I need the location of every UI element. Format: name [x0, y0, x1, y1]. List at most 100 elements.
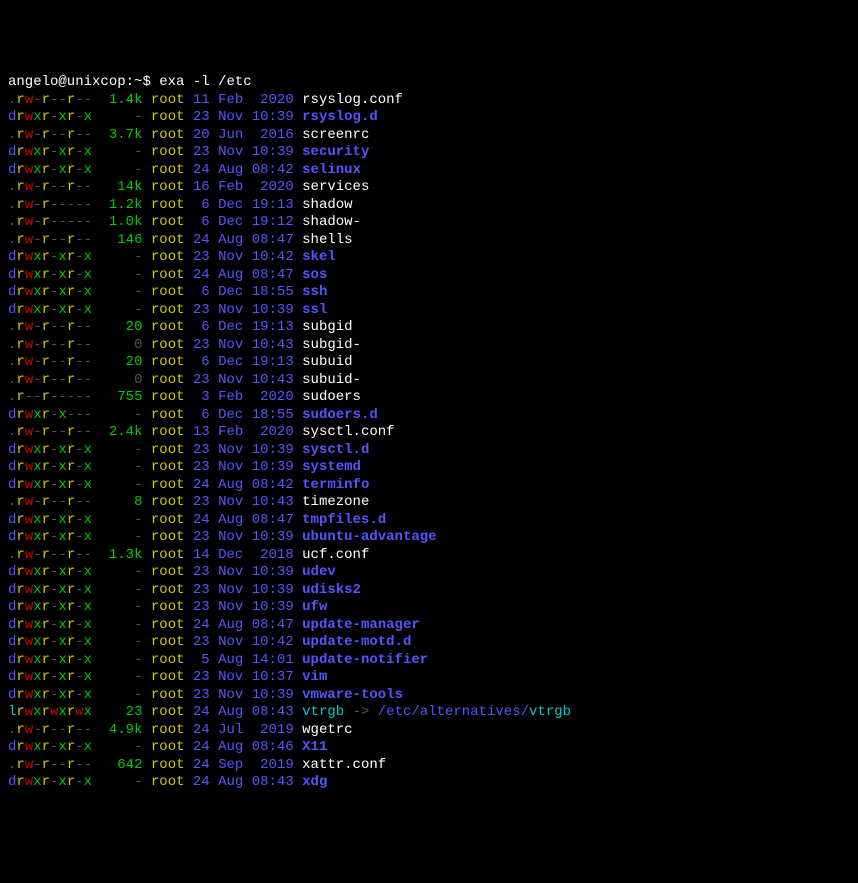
file-name: ssl	[302, 302, 327, 318]
owner: root	[151, 617, 185, 633]
listing-row: drwxr-xr-x - root 23 Nov 10:42 skel	[8, 249, 850, 267]
perm: .rw-r--r--	[8, 354, 92, 370]
size: -	[100, 687, 142, 703]
listing-row: drwxr-xr-x - root 5 Aug 14:01 update-not…	[8, 652, 850, 670]
date: 23 Nov 10:39	[193, 582, 294, 598]
date: 6 Dec 19:13	[193, 197, 294, 213]
perm: .r--r-----	[8, 389, 92, 405]
listing-row: lrwxrwxrwx 23 root 24 Aug 08:43 vtrgb ->…	[8, 704, 850, 722]
perm: drwxr-xr-x	[8, 249, 92, 265]
perm: .rw-r--r--	[8, 494, 92, 510]
size: 8	[100, 494, 142, 510]
size: -	[100, 249, 142, 265]
listing-row: .rw-r--r-- 8 root 23 Nov 10:43 timezone	[8, 494, 850, 512]
owner: root	[151, 442, 185, 458]
file-name: systemd	[302, 459, 361, 475]
size: 1.4k	[100, 92, 142, 108]
date: 6 Dec 18:55	[193, 407, 294, 423]
size: 14k	[100, 179, 142, 195]
listing-row: drwxr-xr-x - root 24 Aug 08:47 tmpfiles.…	[8, 512, 850, 530]
size: -	[100, 599, 142, 615]
file-name: udev	[302, 564, 336, 580]
perm: drwxr-xr-x	[8, 144, 92, 160]
size: 3.7k	[100, 127, 142, 143]
listing-row: drwxr-xr-x - root 23 Nov 10:39 ufw	[8, 599, 850, 617]
size: -	[100, 144, 142, 160]
date: 5 Aug 14:01	[193, 652, 294, 668]
listing-row: drwxr-xr-x - root 24 Aug 08:43 xdg	[8, 774, 850, 792]
listing-row: drwxr-xr-x - root 23 Nov 10:39 ubuntu-ad…	[8, 529, 850, 547]
file-name: shells	[302, 232, 352, 248]
perm: .rw-r--r--	[8, 722, 92, 738]
owner: root	[151, 92, 185, 108]
size: -	[100, 774, 142, 790]
size: -	[100, 652, 142, 668]
listing-row: drwxr-xr-x - root 23 Nov 10:39 udev	[8, 564, 850, 582]
owner: root	[151, 704, 185, 720]
perm: drwxr-xr-x	[8, 564, 92, 580]
listing-row: drwxr-xr-x - root 6 Dec 18:55 ssh	[8, 284, 850, 302]
owner: root	[151, 372, 185, 388]
owner: root	[151, 354, 185, 370]
owner: root	[151, 109, 185, 125]
size: -	[100, 529, 142, 545]
perm: .rw-r--r--	[8, 319, 92, 335]
date: 24 Aug 08:43	[193, 704, 294, 720]
file-name: update-notifier	[302, 652, 428, 668]
file-name: ucf.conf	[302, 547, 369, 563]
date: 24 Aug 08:42	[193, 477, 294, 493]
date: 20 Jun 2016	[193, 127, 294, 143]
listing-row: .rw-r----- 1.2k root 6 Dec 19:13 shadow	[8, 197, 850, 215]
size: 755	[100, 389, 142, 405]
date: 23 Nov 10:42	[193, 249, 294, 265]
listing-row: .rw-r--r-- 2.4k root 13 Feb 2020 sysctl.…	[8, 424, 850, 442]
perm: .rw-r--r--	[8, 372, 92, 388]
listing-row: .rw-r--r-- 642 root 24 Sep 2019 xattr.co…	[8, 757, 850, 775]
owner: root	[151, 459, 185, 475]
perm: drwxr-xr-x	[8, 652, 92, 668]
listing-row: .rw-r--r-- 1.4k root 11 Feb 2020 rsyslog…	[8, 92, 850, 110]
file-name: vim	[302, 669, 327, 685]
date: 23 Nov 10:43	[193, 337, 294, 353]
date: 24 Aug 08:47	[193, 512, 294, 528]
prompt-userhost: angelo@unixcop	[8, 74, 126, 90]
owner: root	[151, 267, 185, 283]
size: -	[100, 267, 142, 283]
perm: drwxr-xr-x	[8, 442, 92, 458]
file-name: subgid-	[302, 337, 361, 353]
perm: drwxr-xr-x	[8, 634, 92, 650]
date: 24 Aug 08:43	[193, 774, 294, 790]
date: 11 Feb 2020	[193, 92, 294, 108]
terminal-output[interactable]: angelo@unixcop:~$ exa -l /etc.rw-r--r-- …	[8, 74, 850, 792]
file-name: subgid	[302, 319, 352, 335]
owner: root	[151, 582, 185, 598]
listing-row: drwxr-xr-x - root 23 Nov 10:39 ssl	[8, 302, 850, 320]
size: 20	[100, 319, 142, 335]
perm: .rw-r--r--	[8, 232, 92, 248]
date: 24 Sep 2019	[193, 757, 294, 773]
perm: .rw-r--r--	[8, 92, 92, 108]
owner: root	[151, 127, 185, 143]
file-name: sos	[302, 267, 327, 283]
listing-row: drwxr-xr-x - root 24 Aug 08:42 selinux	[8, 162, 850, 180]
size: 1.2k	[100, 197, 142, 213]
perm: lrwxrwxrwx	[8, 704, 92, 720]
size: -	[100, 442, 142, 458]
file-name: ssh	[302, 284, 327, 300]
date: 23 Nov 10:39	[193, 599, 294, 615]
listing-row: .rw-r--r-- 20 root 6 Dec 19:13 subgid	[8, 319, 850, 337]
owner: root	[151, 547, 185, 563]
listing-row: .r--r----- 755 root 3 Feb 2020 sudoers	[8, 389, 850, 407]
file-name: sysctl.d	[302, 442, 369, 458]
perm: drwxr-xr-x	[8, 477, 92, 493]
size: 2.4k	[100, 424, 142, 440]
date: 23 Nov 10:39	[193, 529, 294, 545]
listing-row: .rw-r----- 1.0k root 6 Dec 19:12 shadow-	[8, 214, 850, 232]
prompt-line: angelo@unixcop:~$ exa -l /etc	[8, 74, 850, 92]
size: 146	[100, 232, 142, 248]
date: 14 Dec 2018	[193, 547, 294, 563]
owner: root	[151, 739, 185, 755]
date: 24 Aug 08:47	[193, 267, 294, 283]
file-name: rsyslog.d	[302, 109, 378, 125]
file-name: security	[302, 144, 369, 160]
